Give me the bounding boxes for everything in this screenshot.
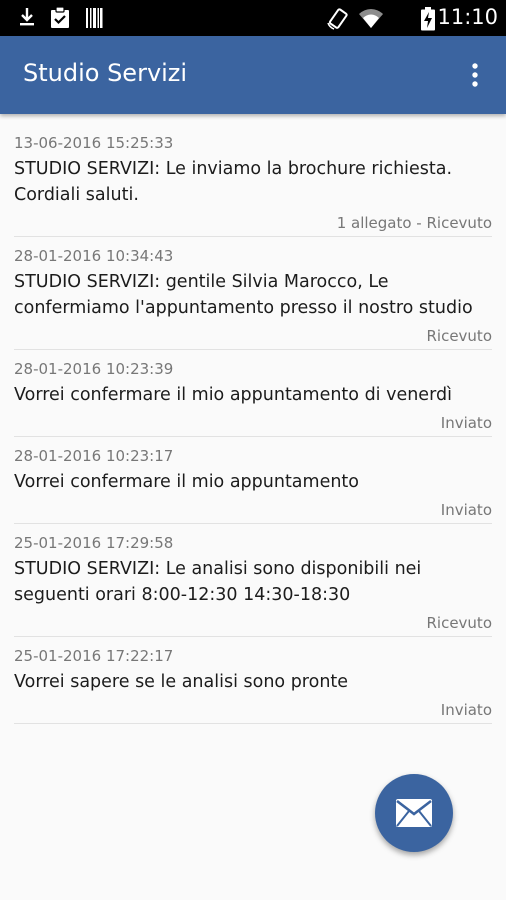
- message-status: Inviato: [440, 501, 492, 519]
- message-date: 28-01-2016 10:23:39: [14, 360, 174, 378]
- message-status: Inviato: [440, 414, 492, 432]
- message-item[interactable]: 25-01-2016 17:22:17 Vorrei sapere se le …: [14, 637, 492, 724]
- message-text: STUDIO SERVIZI: gentile Silvia Marocco, …: [14, 272, 473, 318]
- status-time: 11:10: [437, 5, 498, 29]
- message-item[interactable]: 28-01-2016 10:23:17 Vorrei confermare il…: [14, 437, 492, 524]
- message-text: Vorrei sapere se le analisi sono pronte: [14, 672, 349, 692]
- message-date: 13-06-2016 15:25:33: [14, 134, 174, 152]
- message-date: 28-01-2016 10:23:17: [14, 447, 174, 465]
- message-text: Vorrei confermare il mio appuntamento di…: [14, 385, 452, 405]
- message-text: STUDIO SERVIZI: Le analisi sono disponib…: [14, 559, 422, 605]
- status-bar: 11:10: [0, 0, 506, 36]
- message-text: Vorrei confermare il mio appuntamento: [14, 472, 360, 492]
- message-status: 1 allegato - Ricevuto: [336, 214, 492, 232]
- message-item[interactable]: 28-01-2016 10:23:39 Vorrei confermare il…: [14, 350, 492, 437]
- battery-charging-icon: [421, 7, 435, 31]
- app-bar: Studio Servizi: [0, 36, 506, 114]
- app-title: Studio Servizi: [23, 59, 188, 87]
- wifi-icon: [359, 9, 383, 28]
- envelope-icon: [396, 799, 432, 827]
- rotate-icon: [327, 8, 348, 30]
- message-date: 28-01-2016 10:34:43: [14, 247, 174, 265]
- message-text: STUDIO SERVIZI: Le inviamo la brochure r…: [14, 159, 453, 205]
- message-status: Ricevuto: [426, 614, 492, 632]
- message-item[interactable]: 28-01-2016 10:34:43 STUDIO SERVIZI: gent…: [14, 237, 492, 350]
- message-status: Inviato: [440, 701, 492, 719]
- message-date: 25-01-2016 17:22:17: [14, 647, 174, 665]
- barcode-icon: [86, 8, 103, 28]
- clipboard-check-icon: [51, 7, 69, 28]
- message-list: 13-06-2016 15:25:33 STUDIO SERVIZI: Le i…: [14, 124, 492, 724]
- message-status: Ricevuto: [426, 327, 492, 345]
- download-icon: [20, 8, 34, 26]
- compose-message-button[interactable]: [375, 774, 453, 852]
- message-item[interactable]: 25-01-2016 17:29:58 STUDIO SERVIZI: Le a…: [14, 524, 492, 637]
- overflow-menu-icon[interactable]: [460, 60, 490, 90]
- message-date: 25-01-2016 17:29:58: [14, 534, 174, 552]
- message-item[interactable]: 13-06-2016 15:25:33 STUDIO SERVIZI: Le i…: [14, 124, 492, 237]
